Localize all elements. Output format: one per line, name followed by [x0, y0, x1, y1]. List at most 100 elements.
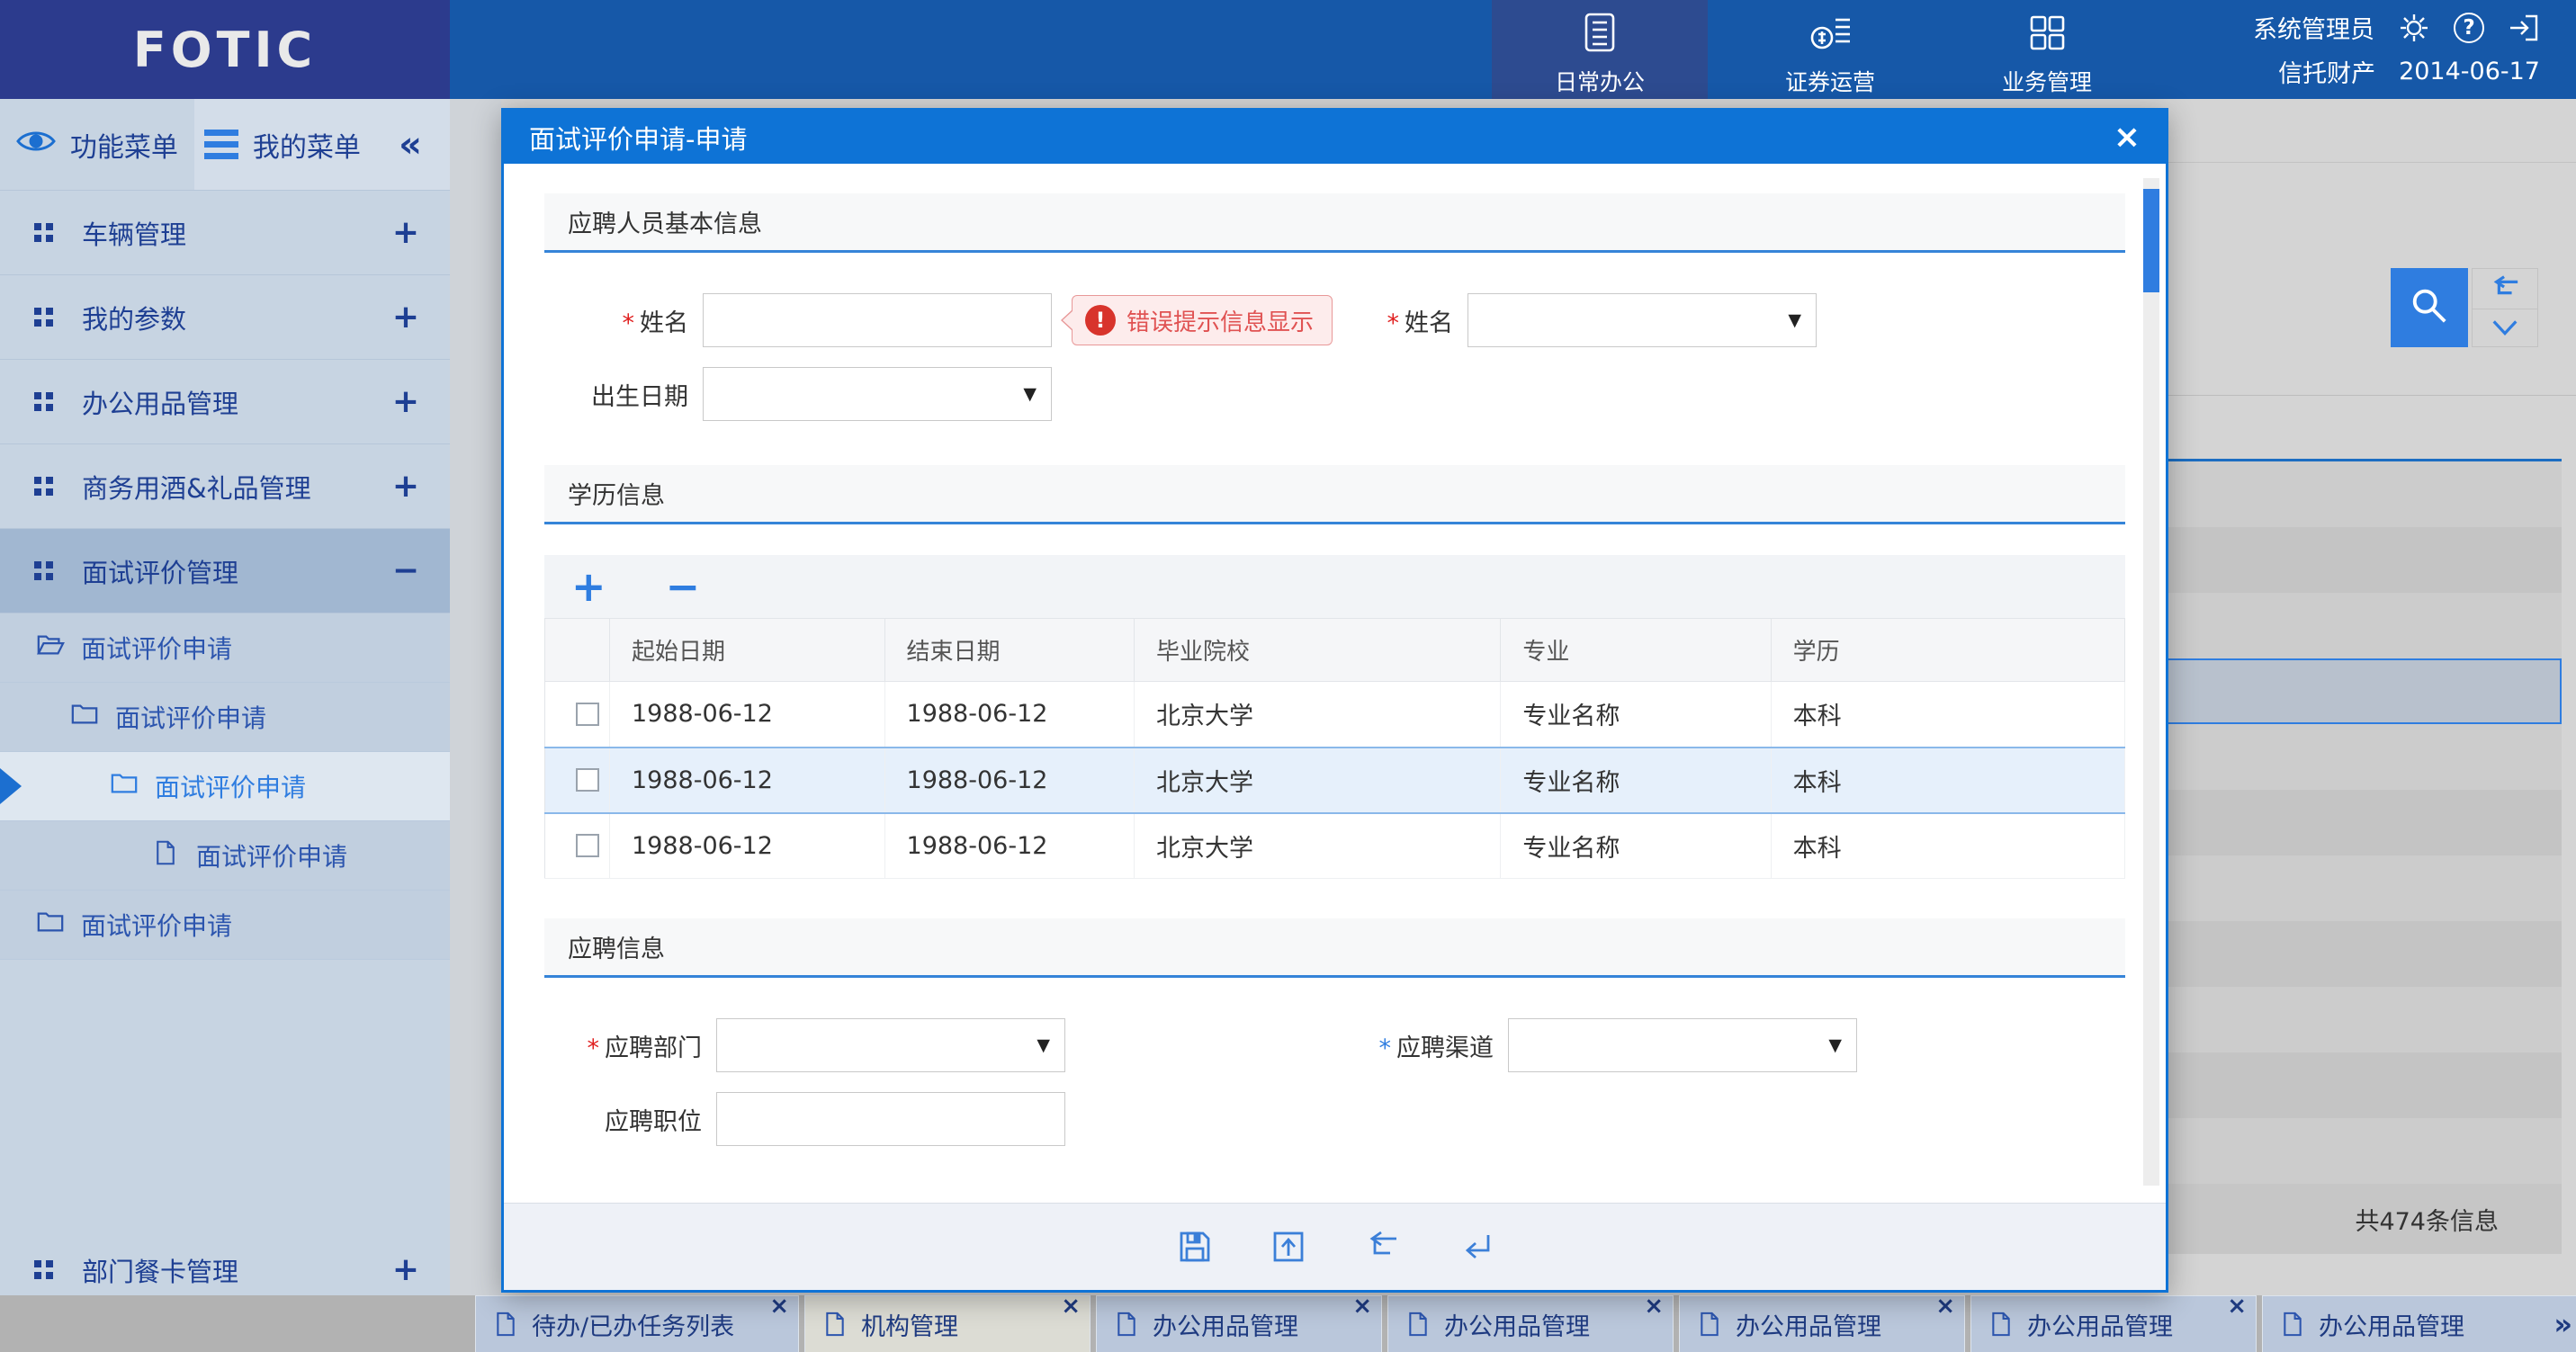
save-button[interactable] [1177, 1229, 1213, 1265]
sidebar-group-business-wine-gifts[interactable]: 商务用酒&礼品管理 + [0, 444, 450, 529]
gear-icon[interactable] [2398, 12, 2430, 44]
cell-degree: 本科 [1771, 813, 2124, 879]
column-header: 学历 [1771, 619, 2124, 682]
nav-item-business-mgmt[interactable]: 业务管理 [1939, 0, 2155, 99]
expand-icon[interactable]: + [392, 383, 419, 420]
tree-item-interview-eval-request[interactable]: 面试评价申请 [0, 613, 450, 683]
undo-button[interactable] [1364, 1229, 1400, 1265]
tree-item-interview-eval-request[interactable]: 面试评价申请 [0, 683, 450, 752]
tab-office-supplies[interactable]: 办公用品管理 × [1387, 1295, 1674, 1352]
search-button[interactable] [2391, 268, 2468, 347]
tab-office-supplies[interactable]: 办公用品管理 × [1679, 1295, 1965, 1352]
cell-end-date: 1988-06-12 [884, 682, 1134, 748]
sidebar-tab-function-menu[interactable]: 功能菜单 [0, 99, 194, 190]
sidebar-collapse-button[interactable]: « [371, 99, 450, 190]
tab-office-supplies[interactable]: 办公用品管理 × [1970, 1295, 2257, 1352]
help-icon[interactable]: ? [2454, 13, 2484, 43]
name2-select[interactable]: ▼ [1468, 293, 1817, 347]
apply-channel-select[interactable]: ▼ [1508, 1018, 1857, 1072]
name-input[interactable] [703, 293, 1052, 347]
close-icon[interactable]: × [2114, 121, 2141, 154]
expand-icon[interactable]: + [392, 1251, 419, 1288]
row-checkbox[interactable] [576, 703, 599, 726]
birth-date-select[interactable]: ▼ [703, 367, 1052, 421]
tree-item-interview-eval-request[interactable]: 面试评价申请 [0, 891, 450, 960]
scrollbar-thumb[interactable] [2143, 189, 2159, 292]
tab-office-supplies[interactable]: 办公用品管理 × [1096, 1295, 1382, 1352]
sidebar-group-my-params[interactable]: 我的参数 + [0, 275, 450, 360]
caret-down-icon: ▼ [1023, 384, 1037, 404]
basic-info-form: *姓名 ! 错误提示信息显示 *姓名 ▼ [544, 253, 2125, 422]
education-table: 起始日期 结束日期 毕业院校 专业 学历 1988-06-12 1988-06-… [544, 618, 2125, 879]
tree-item-label: 面试评价申请 [196, 837, 347, 873]
dialog-header[interactable]: 面试评价申请-申请 × [504, 111, 2166, 164]
add-row-button[interactable]: + [571, 566, 606, 607]
logout-icon[interactable] [2508, 12, 2540, 44]
close-icon[interactable]: × [1352, 1293, 1372, 1320]
enter-button[interactable] [1458, 1229, 1494, 1265]
sidebar-tree: 面试评价申请 面试评价申请 面试评价申请 面试评价申请 面试评价申请 [0, 613, 450, 960]
expand-icon[interactable]: + [392, 468, 419, 505]
reset-button[interactable] [2473, 269, 2537, 309]
expand-icon[interactable]: + [392, 299, 419, 336]
tree-item-label: 面试评价申请 [81, 907, 232, 943]
file-icon [823, 1311, 847, 1338]
cell-start-date: 1988-06-12 [609, 682, 884, 748]
tree-item-interview-eval-request[interactable]: 面试评价申请 [0, 821, 450, 891]
cell-degree: 本科 [1771, 682, 2124, 748]
sidebar-tab-label: 我的菜单 [253, 125, 361, 165]
row-checkbox[interactable] [576, 834, 599, 857]
table-row-selected[interactable]: 1988-06-12 1988-06-12 北京大学 专业名称 本科 [545, 748, 2125, 813]
cell-school: 北京大学 [1134, 813, 1500, 879]
close-icon[interactable]: × [1644, 1293, 1664, 1320]
close-icon[interactable]: × [1061, 1293, 1081, 1320]
user-area: 系统管理员 ? 信托财产 2014-06-17 [2253, 0, 2540, 99]
nav-item-daily-office[interactable]: 日常办公 [1492, 0, 1708, 99]
close-icon[interactable]: × [769, 1293, 789, 1320]
sidebar-tab-my-menu[interactable]: 我的菜单 [194, 99, 371, 190]
reset-icon [2490, 275, 2520, 302]
sidebar-group-label: 面试评价管理 [82, 552, 392, 590]
remove-row-button[interactable]: − [666, 566, 701, 607]
tab-todo-task-list[interactable]: 待办/已办任务列表 × [475, 1295, 799, 1352]
file-icon [1406, 1311, 1430, 1338]
coins-icon [1809, 11, 1852, 58]
tree-item-interview-eval-request-selected[interactable]: 面试评价申请 [0, 752, 450, 821]
sidebar-group-vehicle-mgmt[interactable]: 车辆管理 + [0, 191, 450, 275]
collapse-minus-icon[interactable]: − [392, 552, 419, 589]
tab-label: 待办/已办任务列表 [532, 1307, 734, 1342]
tree-item-label: 面试评价申请 [81, 630, 232, 666]
expand-search-button[interactable] [2473, 309, 2537, 348]
table-row[interactable]: 1988-06-12 1988-06-12 北京大学 专业名称 本科 [545, 813, 2125, 879]
tab-label: 办公用品管理 [1736, 1307, 1881, 1342]
apply-position-input[interactable] [716, 1092, 1065, 1146]
tab-label: 办公用品管理 [2319, 1307, 2464, 1342]
file-icon [2281, 1311, 2304, 1338]
tab-overflow-icon[interactable]: » [2554, 1307, 2572, 1341]
top-nav: FOTIC 日常办公 证券运营 业务管理 系统管理员 [0, 0, 2576, 99]
error-icon: ! [1085, 305, 1116, 336]
close-icon[interactable]: × [1935, 1293, 1955, 1320]
tab-org-mgmt[interactable]: 机构管理 × [804, 1295, 1091, 1352]
drag-dots-icon [34, 561, 53, 580]
sidebar-group-label: 车辆管理 [82, 214, 392, 252]
grid-icon [2025, 11, 2069, 58]
nav-item-label: 业务管理 [2002, 65, 2092, 97]
tab-office-supplies[interactable]: 办公用品管理 » [2262, 1295, 2576, 1352]
apply-dept-select[interactable]: ▼ [716, 1018, 1065, 1072]
sidebar-group-office-supplies[interactable]: 办公用品管理 + [0, 360, 450, 444]
tree-item-label: 面试评价申请 [155, 768, 306, 804]
close-icon[interactable]: × [2227, 1293, 2247, 1320]
row-checkbox[interactable] [576, 768, 599, 792]
column-header: 起始日期 [609, 619, 884, 682]
sidebar-group-interview-eval-mgmt[interactable]: 面试评价管理 − [0, 529, 450, 613]
tab-label: 办公用品管理 [1153, 1307, 1298, 1342]
drag-dots-icon [34, 477, 53, 496]
table-header-row: 起始日期 结束日期 毕业院校 专业 学历 [545, 619, 2125, 682]
nav-item-securities-ops[interactable]: 证券运营 [1722, 0, 1938, 99]
upload-button[interactable] [1270, 1229, 1306, 1265]
dialog-scrollbar[interactable] [2143, 178, 2159, 1186]
cell-degree: 本科 [1771, 748, 2124, 813]
table-row[interactable]: 1988-06-12 1988-06-12 北京大学 专业名称 本科 [545, 682, 2125, 748]
expand-icon[interactable]: + [392, 214, 419, 251]
